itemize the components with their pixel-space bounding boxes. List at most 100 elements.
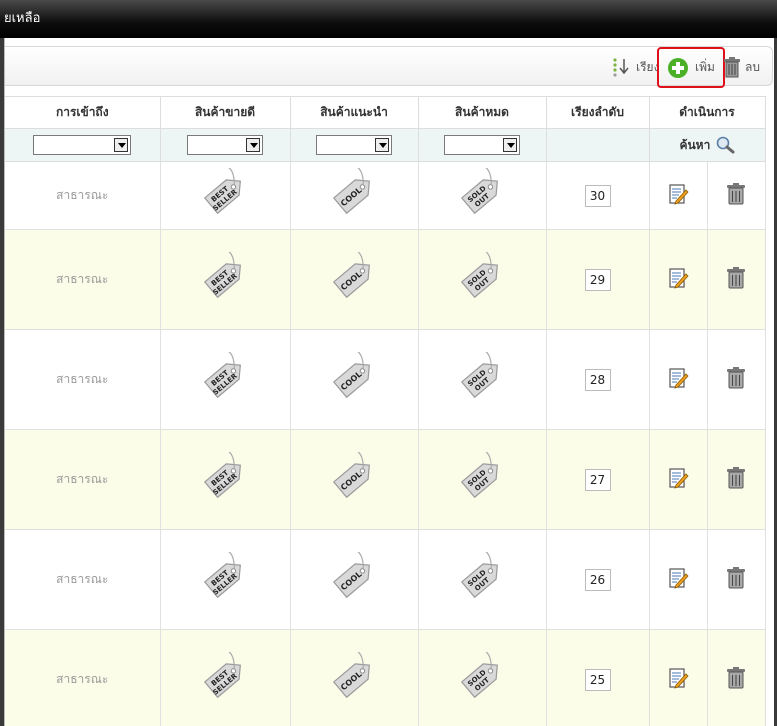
col-header-access[interactable]: การเข้าถึง xyxy=(5,96,161,129)
sold-out-tag-icon[interactable]: SOLD OUT xyxy=(454,648,510,704)
best-seller-cell: BEST SELLER xyxy=(160,629,291,726)
row-delete-button[interactable] xyxy=(707,329,766,430)
edit-button[interactable] xyxy=(649,229,708,330)
trash-icon xyxy=(727,183,745,205)
delete-label: ลบ xyxy=(745,59,760,74)
cool-tag-icon[interactable]: COOL xyxy=(326,348,382,404)
order-input[interactable]: 27 xyxy=(584,468,611,491)
cool-tag-icon[interactable]: COOL xyxy=(326,248,382,304)
edit-button[interactable] xyxy=(649,629,708,726)
sold-out-cell: SOLD OUT xyxy=(418,429,547,530)
best-seller-tag-icon[interactable]: BEST SELLER xyxy=(197,164,253,220)
recommended-cell: COOL xyxy=(290,529,419,630)
sold-out-cell: SOLD OUT xyxy=(418,629,547,726)
access-value: สาธารณะ xyxy=(56,372,109,386)
edit-icon xyxy=(669,368,689,389)
row-delete-button[interactable] xyxy=(707,161,766,230)
window-title: ยเหลือ xyxy=(4,11,41,26)
order-input[interactable]: 26 xyxy=(584,568,611,591)
row-delete-button[interactable] xyxy=(707,629,766,726)
chevron-down-icon xyxy=(503,138,517,152)
sold-out-cell: SOLD OUT xyxy=(418,529,547,630)
sold-out-tag-icon[interactable]: SOLD OUT xyxy=(454,164,510,220)
best-seller-tag-icon[interactable]: BEST SELLER xyxy=(197,348,253,404)
edit-button[interactable] xyxy=(649,161,708,230)
sold-out-cell: SOLD OUT xyxy=(418,229,547,330)
trash-icon xyxy=(724,57,740,78)
edit-icon xyxy=(669,184,689,205)
col-header-best-seller[interactable]: สินค้าขายดี xyxy=(160,96,291,129)
access-value: สาธารณะ xyxy=(56,188,109,202)
delete-button[interactable]: ลบ xyxy=(723,57,760,78)
edit-button[interactable] xyxy=(649,429,708,530)
trash-icon xyxy=(727,667,745,689)
access-value: สาธารณะ xyxy=(56,472,109,486)
edit-icon xyxy=(669,668,689,689)
add-icon xyxy=(668,57,688,78)
best-seller-filter-select[interactable] xyxy=(187,135,263,155)
trash-icon xyxy=(727,367,745,389)
best-seller-tag-icon[interactable]: BEST SELLER xyxy=(197,448,253,504)
sort-icon xyxy=(613,58,629,77)
order-input[interactable]: 28 xyxy=(584,368,611,391)
table-row: สาธารณะ BEST SELLER COOL SOLD OUT 28 xyxy=(5,329,766,430)
order-input[interactable]: 25 xyxy=(584,668,611,691)
table-row: สาธารณะ BEST SELLER COOL SOLD OUT 27 xyxy=(5,429,766,530)
sort-label: เรียง xyxy=(636,59,660,74)
access-filter-select[interactable] xyxy=(33,135,132,155)
access-value: สาธารณะ xyxy=(56,672,109,686)
add-button[interactable]: เพิ่ม xyxy=(657,47,725,88)
recommended-filter-select[interactable] xyxy=(316,135,392,155)
trash-icon xyxy=(727,267,745,289)
order-filter-empty xyxy=(546,128,650,162)
cool-tag-icon[interactable]: COOL xyxy=(326,548,382,604)
recommended-cell: COOL xyxy=(290,329,419,430)
col-header-recommended[interactable]: สินค้าแนะนำ xyxy=(290,96,419,129)
sold-out-cell: SOLD OUT xyxy=(418,161,547,230)
edit-icon xyxy=(669,468,689,489)
recommended-cell: COOL xyxy=(290,429,419,530)
table-row: สาธารณะ BEST SELLER COOL SOLD OUT 25 xyxy=(5,629,766,726)
sort-button[interactable]: เรียง xyxy=(611,57,659,77)
edit-icon xyxy=(669,268,689,289)
table-row: สาธารณะ BEST SELLER COOL SOLD OUT 29 xyxy=(5,229,766,330)
table-row: สาธารณะ BEST SELLER COOL SOLD OUT 26 xyxy=(5,529,766,630)
col-header-actions: ดำเนินการ xyxy=(649,96,766,129)
sold-out-tag-icon[interactable]: SOLD OUT xyxy=(454,248,510,304)
toolbar: เรียง เพิ่ม ลบ xyxy=(5,46,773,88)
row-delete-button[interactable] xyxy=(707,229,766,330)
best-seller-tag-icon[interactable]: BEST SELLER xyxy=(197,548,253,604)
search-icon xyxy=(716,136,735,154)
chevron-down-icon xyxy=(114,138,129,152)
access-value: สาธารณะ xyxy=(56,272,109,286)
search-button[interactable]: ค้นหา xyxy=(649,128,766,162)
window-title-bar: ยเหลือ xyxy=(0,0,777,38)
sold-out-filter-select[interactable] xyxy=(444,135,520,155)
sold-out-tag-icon[interactable]: SOLD OUT xyxy=(454,348,510,404)
row-delete-button[interactable] xyxy=(707,529,766,630)
cool-tag-icon[interactable]: COOL xyxy=(326,448,382,504)
best-seller-cell: BEST SELLER xyxy=(160,429,291,530)
sold-out-tag-icon[interactable]: SOLD OUT xyxy=(454,448,510,504)
best-seller-tag-icon[interactable]: BEST SELLER xyxy=(197,248,253,304)
best-seller-tag-icon[interactable]: BEST SELLER xyxy=(197,648,253,704)
edit-button[interactable] xyxy=(649,529,708,630)
trash-icon xyxy=(727,467,745,489)
order-input[interactable]: 30 xyxy=(584,184,611,207)
data-grid: การเข้าถึง สินค้าขายดี สินค้าแนะนำ สินค้… xyxy=(5,96,766,726)
table-row: สาธารณะ BEST SELLER COOL SOLD OUT 30 xyxy=(5,161,766,230)
order-input[interactable]: 29 xyxy=(584,268,611,291)
edit-icon xyxy=(669,568,689,589)
col-header-sold-out[interactable]: สินค้าหมด xyxy=(418,96,547,129)
sold-out-tag-icon[interactable]: SOLD OUT xyxy=(454,548,510,604)
sold-out-cell: SOLD OUT xyxy=(418,329,547,430)
best-seller-cell: BEST SELLER xyxy=(160,529,291,630)
cool-tag-icon[interactable]: COOL xyxy=(326,648,382,704)
row-delete-button[interactable] xyxy=(707,429,766,530)
edit-button[interactable] xyxy=(649,329,708,430)
add-label: เพิ่ม xyxy=(695,60,715,74)
content-panel: เรียง เพิ่ม ลบ การเข้าถึง สินค้าขายดี สิ… xyxy=(4,38,774,726)
cool-tag-icon[interactable]: COOL xyxy=(326,164,382,220)
col-header-order[interactable]: เรียงลำดับ xyxy=(546,96,650,129)
best-seller-cell: BEST SELLER xyxy=(160,161,291,230)
